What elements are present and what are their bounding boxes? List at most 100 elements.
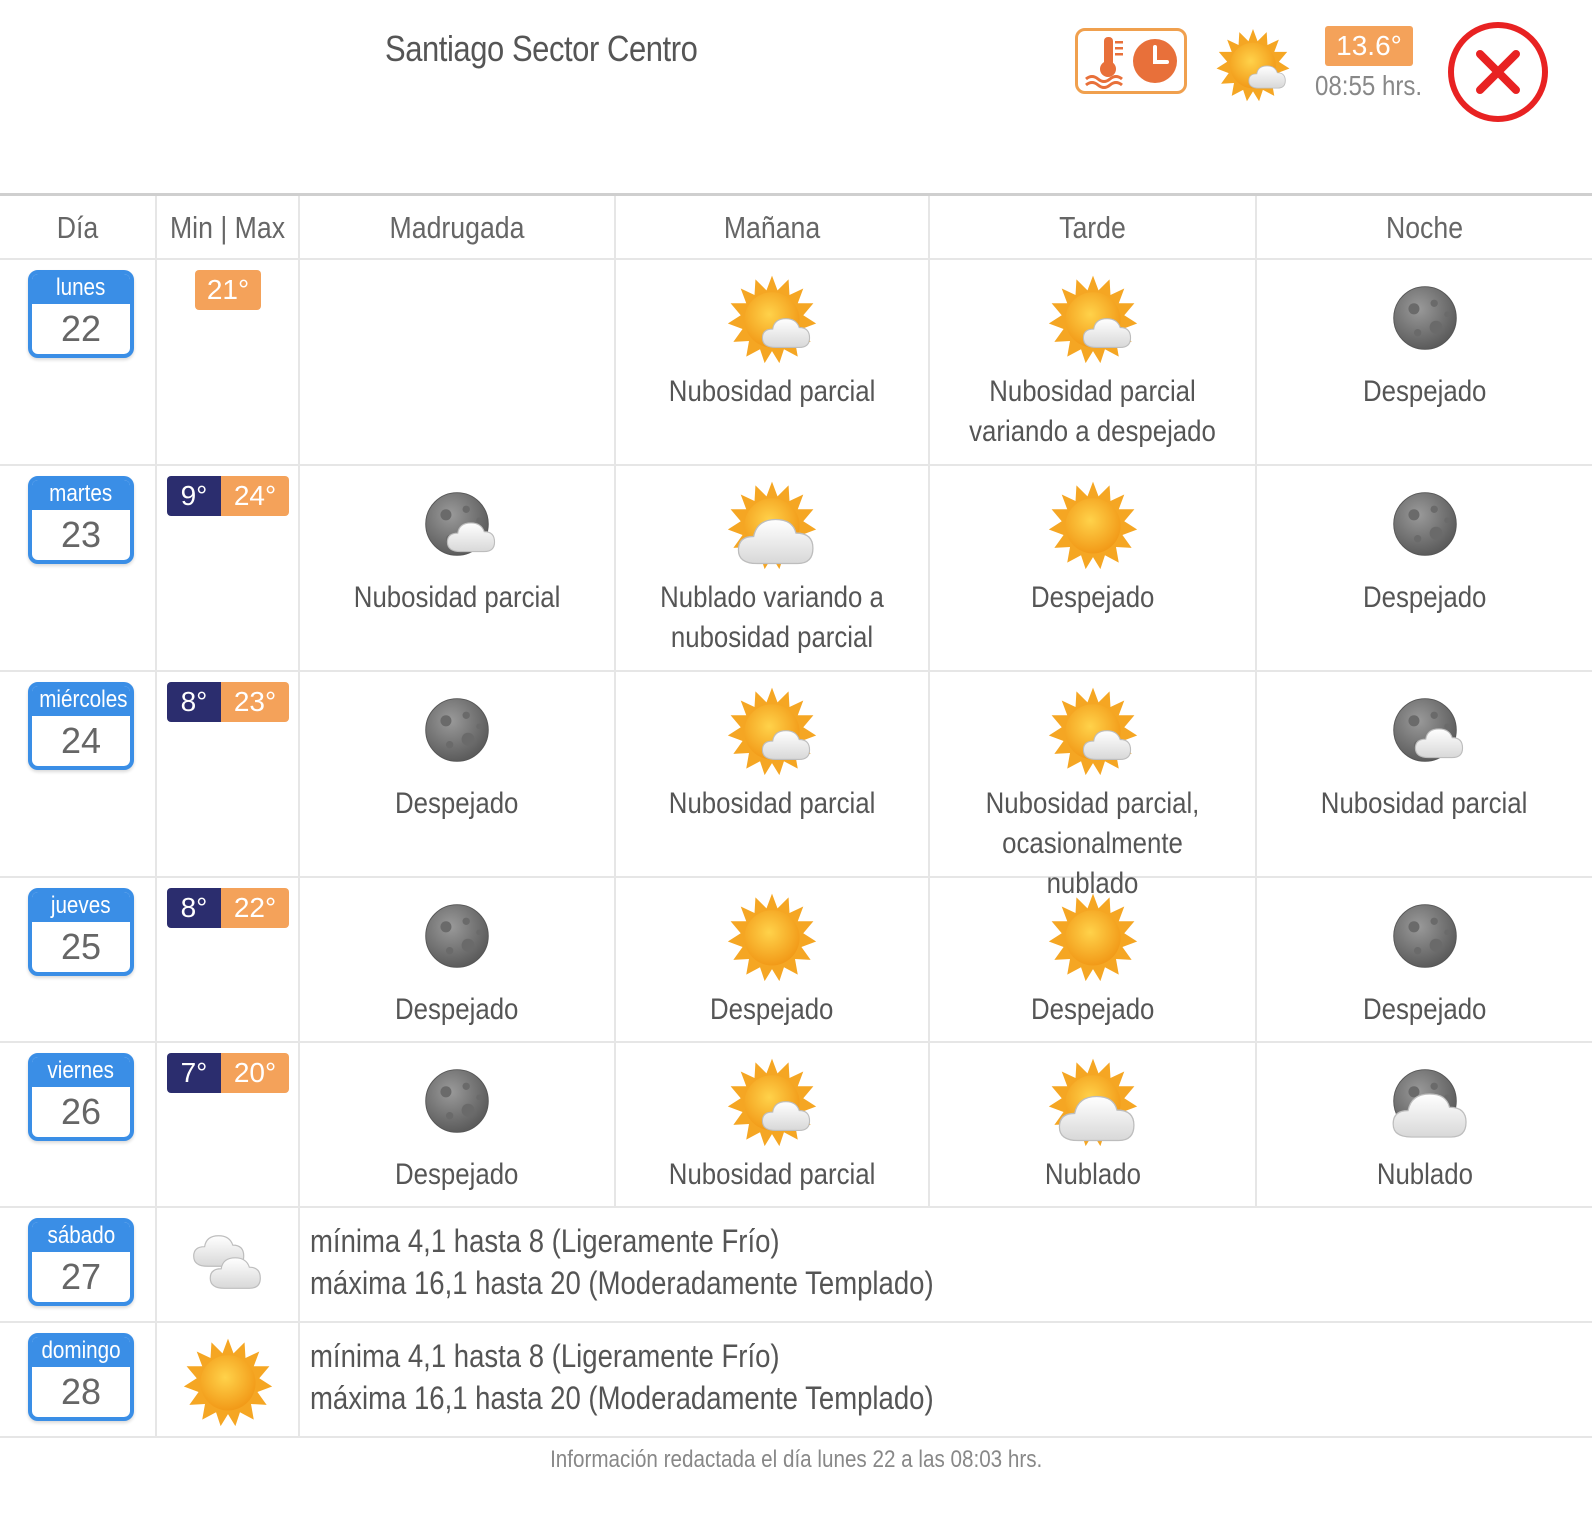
forecast-row: viernes 26 7° 20° Despejado Nubosidad parc… [0, 1043, 1592, 1208]
sun-icon [1047, 478, 1139, 570]
header: Santiago Sector Centro 13.6° 08:55 hrs. [0, 0, 1592, 195]
forecast-row: miércoles 24 8° 23° Despejado Nubosidad pa… [0, 672, 1592, 900]
period-cell-madrugada [300, 260, 616, 464]
period-cell-noche: Despejado [1257, 260, 1592, 464]
minmax-cell: 9° 24° [157, 466, 300, 670]
moon-icon [1379, 890, 1471, 982]
period-cell-madrugada: Despejado [300, 1043, 616, 1206]
moon-icon [411, 684, 503, 776]
moon-icon [1379, 478, 1471, 570]
clouds-icon [182, 1220, 274, 1312]
temp-max: 23° [221, 682, 289, 722]
period-cell-manana: Nubosidad parcial [616, 672, 930, 876]
condition-text: Nubosidad parcial [668, 375, 876, 408]
period-cell-noche: Nublado [1257, 1043, 1592, 1206]
day-badge: sábado 27 [28, 1218, 134, 1306]
forecast-row: lunes 22 21° Nubosidad parcial Nubosidad p… [0, 260, 1592, 466]
day-badge: lunes 22 [28, 270, 134, 358]
condition-text: Despejado [395, 1158, 519, 1191]
condition-text: Nublado [1376, 1158, 1473, 1191]
day-badge: domingo 28 [28, 1333, 134, 1421]
condition-text: Despejado [1362, 375, 1487, 408]
temp-max: 21° [195, 270, 261, 310]
day-name: lunes [32, 274, 130, 304]
close-button[interactable] [1448, 22, 1548, 122]
day-badge: martes 23 [28, 476, 134, 564]
period-cell-manana: Despejado [616, 878, 930, 1041]
condition-text: Nubosidad parcial [668, 1158, 876, 1191]
period-cell-manana: Nubosidad parcial [616, 260, 930, 464]
moon-cloud-icon [1379, 684, 1471, 776]
temp-min: 8° [167, 888, 221, 928]
period-cell-tarde: Despejado [930, 466, 1257, 670]
day-cell: sábado 27 [0, 1208, 157, 1321]
moon-big-cloud-icon [1379, 1055, 1471, 1147]
day-name: sábado [32, 1222, 130, 1252]
day-cell: miércoles 24 [0, 672, 157, 876]
day-number: 22 [60, 308, 102, 349]
condition-text: Despejado [1362, 581, 1487, 614]
condition-text: Despejado [395, 787, 519, 820]
sun-cloud-icon [1047, 272, 1139, 364]
minmax-cell: 21° [157, 260, 300, 464]
temp-range: 8° 23° [167, 682, 289, 722]
forecast-row: martes 23 9° 24° Nubosidad parcial Nublado… [0, 466, 1592, 672]
condition-text: Nubosidad parcial [1321, 787, 1528, 820]
day-cell: domingo 28 [0, 1323, 157, 1436]
header-noche: Noche [1385, 210, 1464, 245]
condition-text: Despejado [1030, 581, 1155, 614]
period-cell-manana: Nubosidad parcial [616, 1043, 930, 1206]
period-cell-tarde: Despejado [930, 878, 1257, 1041]
extended-forecast-row: sábado 27 mínima 4,1 hasta 8 (Ligerament… [0, 1208, 1592, 1323]
day-badge: viernes 26 [28, 1053, 134, 1141]
day-badge: miércoles 24 [28, 682, 134, 770]
temp-range: 8° 22° [167, 888, 289, 928]
forecast-row: jueves 25 8° 22° Despejado Despejado Despej… [0, 878, 1592, 1043]
sun-cloud-icon [726, 272, 818, 364]
page-title: Santiago Sector Centro [385, 28, 698, 69]
header-minmax: Min | Max [169, 210, 286, 245]
temp-min: 8° [167, 682, 221, 722]
period-cell-madrugada: Despejado [300, 672, 616, 876]
condition-text: Despejado [1362, 993, 1487, 1026]
extended-line-max: máxima 16,1 hasta 20 (Moderadamente Temp… [310, 1380, 934, 1416]
current-weather-icon [1215, 26, 1291, 102]
temp-range: 7° 20° [167, 1053, 289, 1093]
temp-max: 20° [221, 1053, 289, 1093]
moon-icon [411, 890, 503, 982]
minmax-cell: 8° 23° [157, 672, 300, 876]
day-name: domingo [32, 1337, 130, 1367]
temp-max: 24° [221, 476, 289, 516]
temp-range: 9° 24° [167, 476, 289, 516]
header-madrugada: Madrugada [389, 210, 525, 245]
day-number: 23 [60, 514, 102, 555]
period-cell-madrugada: Despejado [300, 878, 616, 1041]
condition-text: Nublado [1044, 1158, 1141, 1191]
period-cell-noche: Despejado [1257, 466, 1592, 670]
day-number: 25 [60, 926, 102, 967]
sun-big-cloud-icon [1047, 1055, 1139, 1147]
moon-icon [411, 1055, 503, 1147]
header-manana: Mañana [723, 210, 821, 245]
sun-big-cloud-icon [726, 478, 818, 570]
day-cell: martes 23 [0, 466, 157, 670]
temp-min: 7° [167, 1053, 221, 1093]
sun-icon [182, 1335, 274, 1427]
period-cell-tarde: Nubosidad parcial variando a despejado [930, 260, 1257, 464]
temp-range: 21° [195, 270, 261, 310]
day-number: 27 [60, 1256, 102, 1297]
condition-text: Nubosidad parcial [668, 787, 876, 820]
condition-text: Nubosidad parcial [353, 581, 561, 614]
header-dia: Día [56, 210, 99, 245]
moon-cloud-icon [411, 478, 503, 570]
temperature-history-button[interactable] [1075, 28, 1187, 94]
moon-icon [1379, 272, 1471, 364]
period-cell-tarde: Nublado [930, 1043, 1257, 1206]
day-name: viernes [32, 1057, 130, 1087]
extended-line-min: mínima 4,1 hasta 8 (Ligeramente Frío) [310, 1223, 780, 1259]
sun-cloud-icon [1047, 684, 1139, 776]
extended-line-min: mínima 4,1 hasta 8 (Ligeramente Frío) [310, 1338, 780, 1374]
footer-note: Información redactada el día lunes 22 a … [549, 1446, 1043, 1473]
day-number: 28 [60, 1371, 102, 1412]
current-time: 08:55 hrs. [1315, 70, 1423, 101]
